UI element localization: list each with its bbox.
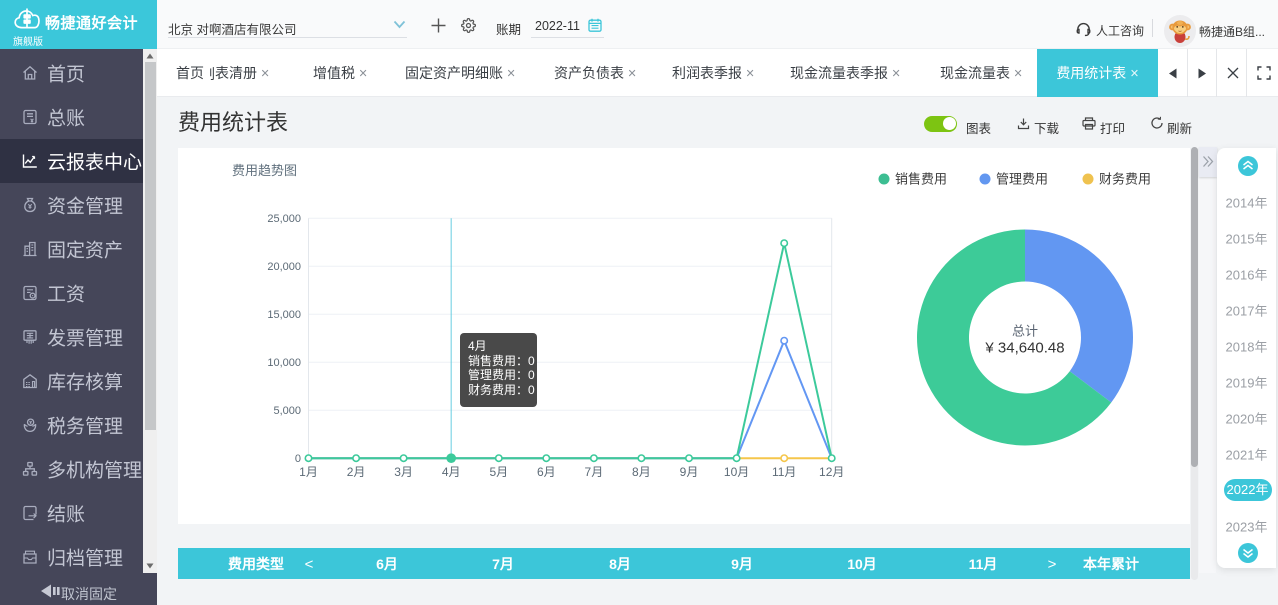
- svg-text:管理费用: 管理费用: [996, 171, 1048, 186]
- svg-text:5,000: 5,000: [273, 405, 301, 417]
- svg-text:3月: 3月: [394, 465, 413, 479]
- svg-text:9月: 9月: [680, 465, 699, 479]
- svg-text:销售费用: 销售费用: [895, 171, 947, 186]
- svg-text:总计: 总计: [1012, 323, 1038, 338]
- svg-text:7月: 7月: [585, 465, 604, 479]
- svg-text:4月: 4月: [442, 465, 461, 479]
- svg-text:5月: 5月: [489, 465, 508, 479]
- svg-text:11月: 11月: [772, 465, 796, 479]
- svg-text:2月: 2月: [347, 465, 366, 479]
- svg-text:25,000: 25,000: [267, 213, 301, 225]
- svg-text:20,000: 20,000: [267, 261, 301, 273]
- svg-text:6月: 6月: [537, 465, 556, 479]
- svg-text:0: 0: [295, 453, 301, 465]
- svg-text:1月: 1月: [299, 465, 318, 479]
- svg-text:8月: 8月: [632, 465, 651, 479]
- svg-text:财务费用: 财务费用: [1099, 171, 1151, 186]
- svg-text:¥ 34,640.48: ¥ 34,640.48: [984, 339, 1064, 356]
- svg-text:15,000: 15,000: [267, 309, 301, 321]
- svg-text:12月: 12月: [819, 465, 844, 479]
- svg-text:10月: 10月: [724, 465, 749, 479]
- svg-text:10,000: 10,000: [267, 357, 301, 369]
